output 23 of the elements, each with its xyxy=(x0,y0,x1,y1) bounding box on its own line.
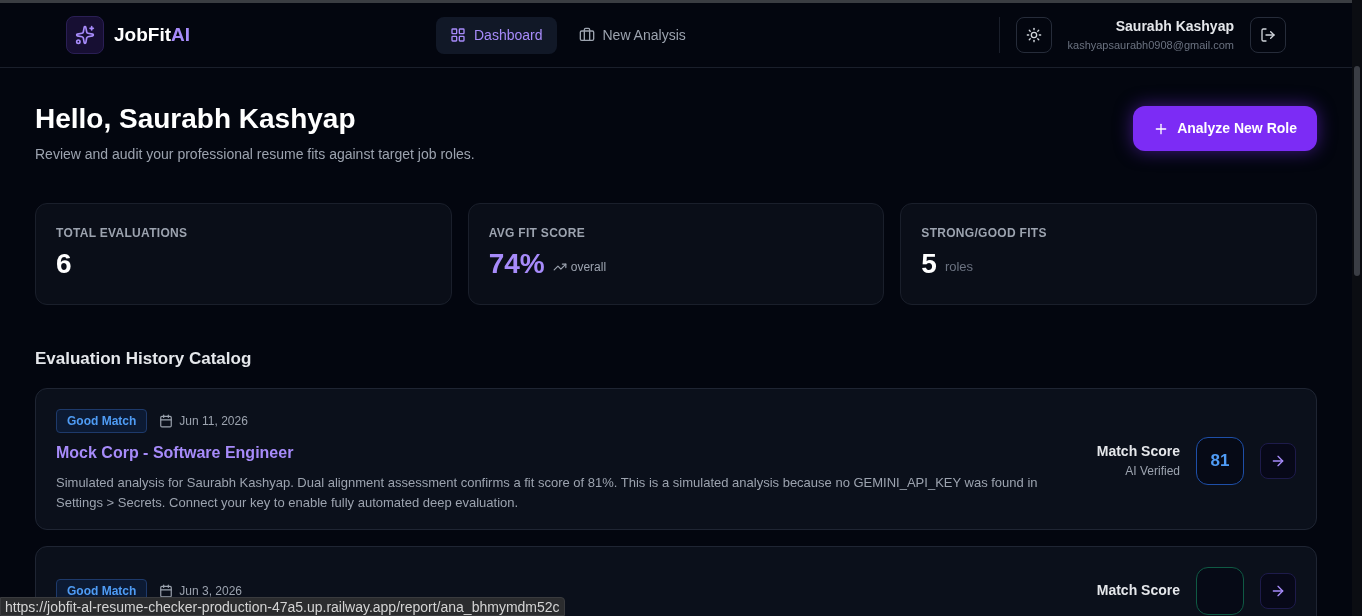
match-score-label: Match Score xyxy=(1096,442,1180,461)
greeting-title: Hello, Saurabh Kashyap xyxy=(35,102,357,136)
stat-label: STRONG/GOOD FITS xyxy=(921,225,1048,242)
logo-text: JobFitAI xyxy=(114,22,190,47)
stat-label: TOTAL EVALUATIONS xyxy=(56,225,189,242)
stat-note: roles xyxy=(944,257,974,276)
evaluation-date: Jun 11, 2026 xyxy=(179,412,248,430)
stat-value: 6 xyxy=(56,248,72,280)
stat-value: 5 xyxy=(921,248,937,280)
stat-label: AVG FIT SCORE xyxy=(488,225,586,242)
stat-note: overall xyxy=(570,259,607,276)
match-badge: Good Match xyxy=(56,408,148,433)
evaluation-summary: Simulated analysis for Saurabh Kashyap. Dual alignment assessment confirms a fit score of 81%. This is a simulated analysis because no GEMINI_API_KEY was found in Settings > Secrets. Connect your key to enable fully automated deep evaluation. xyxy=(56,473,1039,512)
link-preview-tooltip: https://jobfit-al-resume-checker-production-47a5.up.railway.app/report/ana_bhmymdm52c xyxy=(0,597,565,616)
verified-label: AI Verified xyxy=(1125,463,1180,480)
section-title: Evaluation History Catalog xyxy=(35,348,253,370)
match-score-label: Match Score xyxy=(1096,581,1180,600)
score-badge: 81 xyxy=(1196,436,1244,485)
evaluation-date: Jun 3, 2026 xyxy=(179,582,243,600)
stat-value: 74% xyxy=(488,248,545,280)
greeting-subtitle: Review and audit your professional resume fits against target job roles. xyxy=(35,145,475,164)
user-email: kashyapsaurabh0908@gmail.com xyxy=(1067,38,1234,54)
user-name: Saurabh Kashyap xyxy=(1115,17,1234,37)
